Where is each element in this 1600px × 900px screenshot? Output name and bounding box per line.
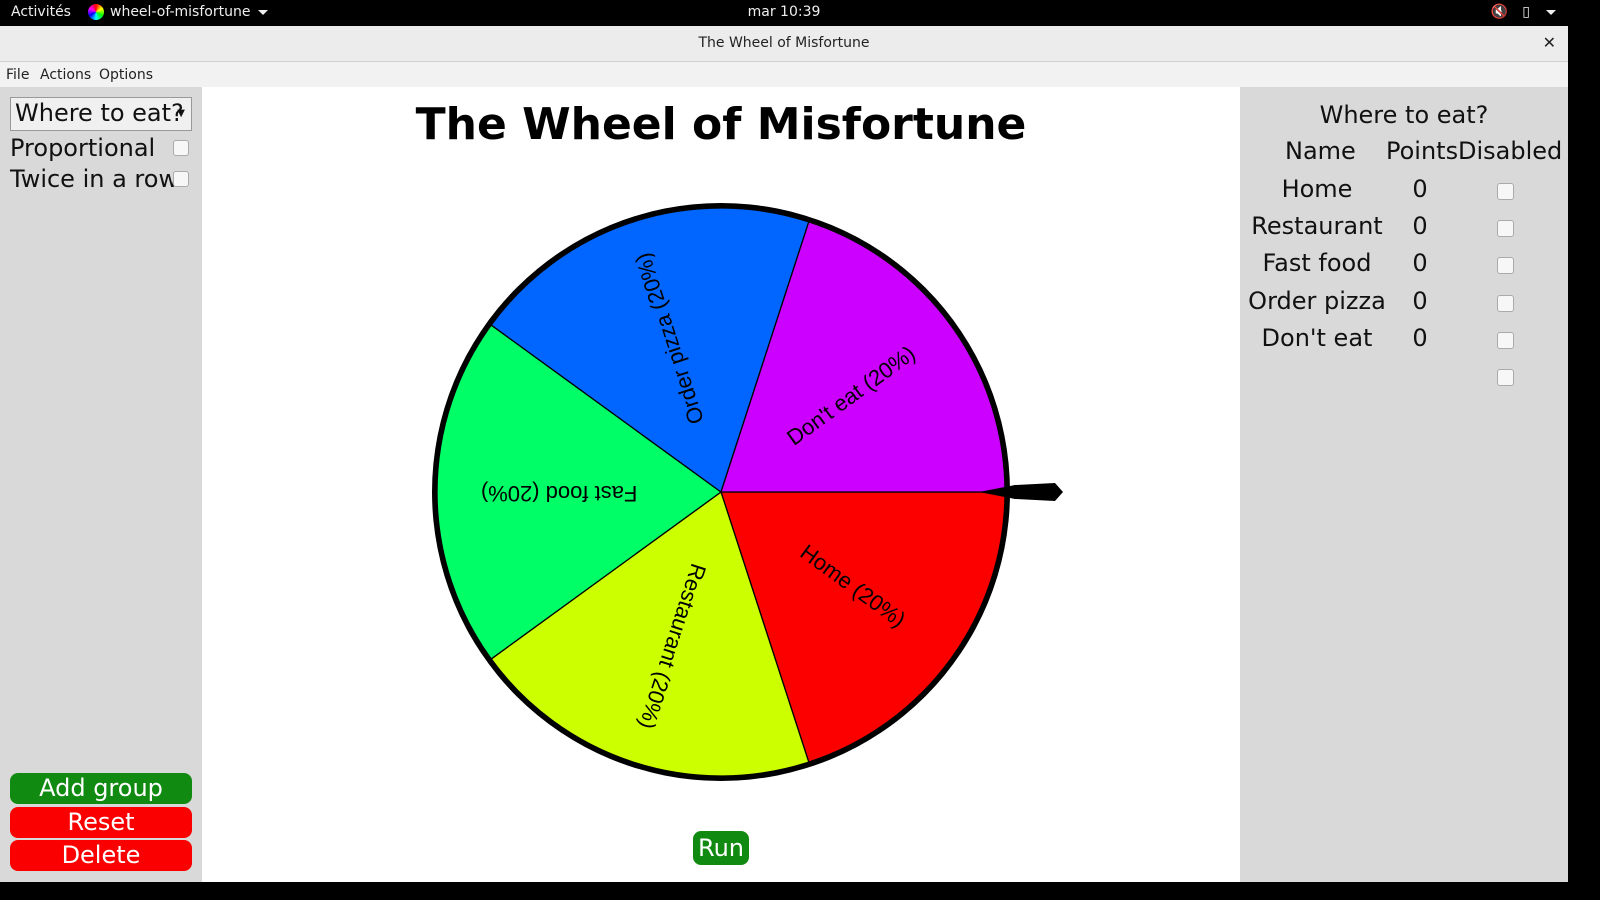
close-icon[interactable]: ✕ [1543,33,1556,52]
volume-muted-icon: 🔇 [1490,4,1509,20]
reset-button[interactable]: Reset [10,807,192,838]
wheel[interactable]: Home (20%)Restaurant (20%)Fast food (20%… [202,87,1240,882]
menu-bar: File Actions Options [0,63,1568,87]
run-button[interactable]: Run [693,831,749,865]
title-bar: The Wheel of Misfortune ✕ [0,26,1568,62]
entry-name: Fast food [1262,249,1372,278]
battery-icon: ▯ [1522,4,1530,20]
column-header-name: Name [1285,137,1356,165]
entry-disabled-checkbox[interactable] [1497,331,1514,349]
twice-in-a-row-label: Twice in a row [10,165,179,193]
wheel-segment-label: Fast food (20%) [481,481,638,506]
activities-button[interactable]: Activités [11,4,71,20]
menu-file[interactable]: File [6,67,29,83]
entry-points: 0 [1412,323,1428,352]
chevron-down-icon [1546,9,1556,15]
twice-option: Twice in a row [10,164,192,194]
entry-name: Don't eat [1261,323,1373,352]
entry-disabled-checkbox[interactable] [1497,257,1514,275]
app-menu[interactable]: wheel-of-misfortune [88,4,269,20]
app-icon [88,4,104,20]
app-name: wheel-of-misfortune [110,4,251,20]
gnome-top-bar: Activités wheel-of-misfortune mar 10:39 … [0,0,1568,26]
right-panel: Where to eat? Name Points Disabled Home 0… [1240,87,1568,882]
entry-disabled-checkbox[interactable] [1497,183,1514,200]
entry-name: Order pizza [1248,286,1386,315]
entry-points: 0 [1412,212,1428,241]
app-window: The Wheel of Misfortune ✕ File Actions O… [0,26,1568,882]
chevron-down-icon [258,9,269,15]
entry-points: 0 [1412,175,1428,203]
dropdown-arrow-icon: ▼ [177,108,185,119]
entry-disabled-checkbox[interactable] [1497,294,1514,312]
proportional-label: Proportional [10,134,156,162]
wheel-area: The Wheel of Misfortune Home (20%) Restau… [202,87,1240,882]
menu-options[interactable]: Options [99,67,153,83]
proportional-checkbox[interactable] [173,140,189,156]
entry-disabled-checkbox[interactable] [1497,220,1514,238]
group-select[interactable]: Where to eat? ▼ [10,97,192,131]
left-panel: Where to eat? ▼ Proportional Twice in a … [0,87,202,882]
add-group-button[interactable]: Add group [10,773,192,804]
entry-points: 0 [1412,286,1428,315]
entry-points: 0 [1412,249,1428,278]
menu-actions[interactable]: Actions [40,67,91,83]
group-title: Where to eat? [1319,101,1489,129]
column-header-points: Points [1386,137,1459,165]
delete-button[interactable]: Delete [10,840,192,871]
entry-disabled-checkbox[interactable] [1497,369,1514,386]
column-header-disabled: Disabled [1458,137,1563,165]
content-area: Where to eat? ▼ Proportional Twice in a … [0,87,1568,882]
group-select-value: Where to eat? [15,99,184,127]
twice-in-a-row-checkbox[interactable] [173,171,189,187]
system-menu[interactable]: 🔇 ▯ [1491,4,1556,20]
entry-name: Home [1281,175,1353,203]
window-title: The Wheel of Misfortune [698,35,870,51]
entry-name: Restaurant [1251,212,1383,241]
proportional-option: Proportional [10,133,192,163]
